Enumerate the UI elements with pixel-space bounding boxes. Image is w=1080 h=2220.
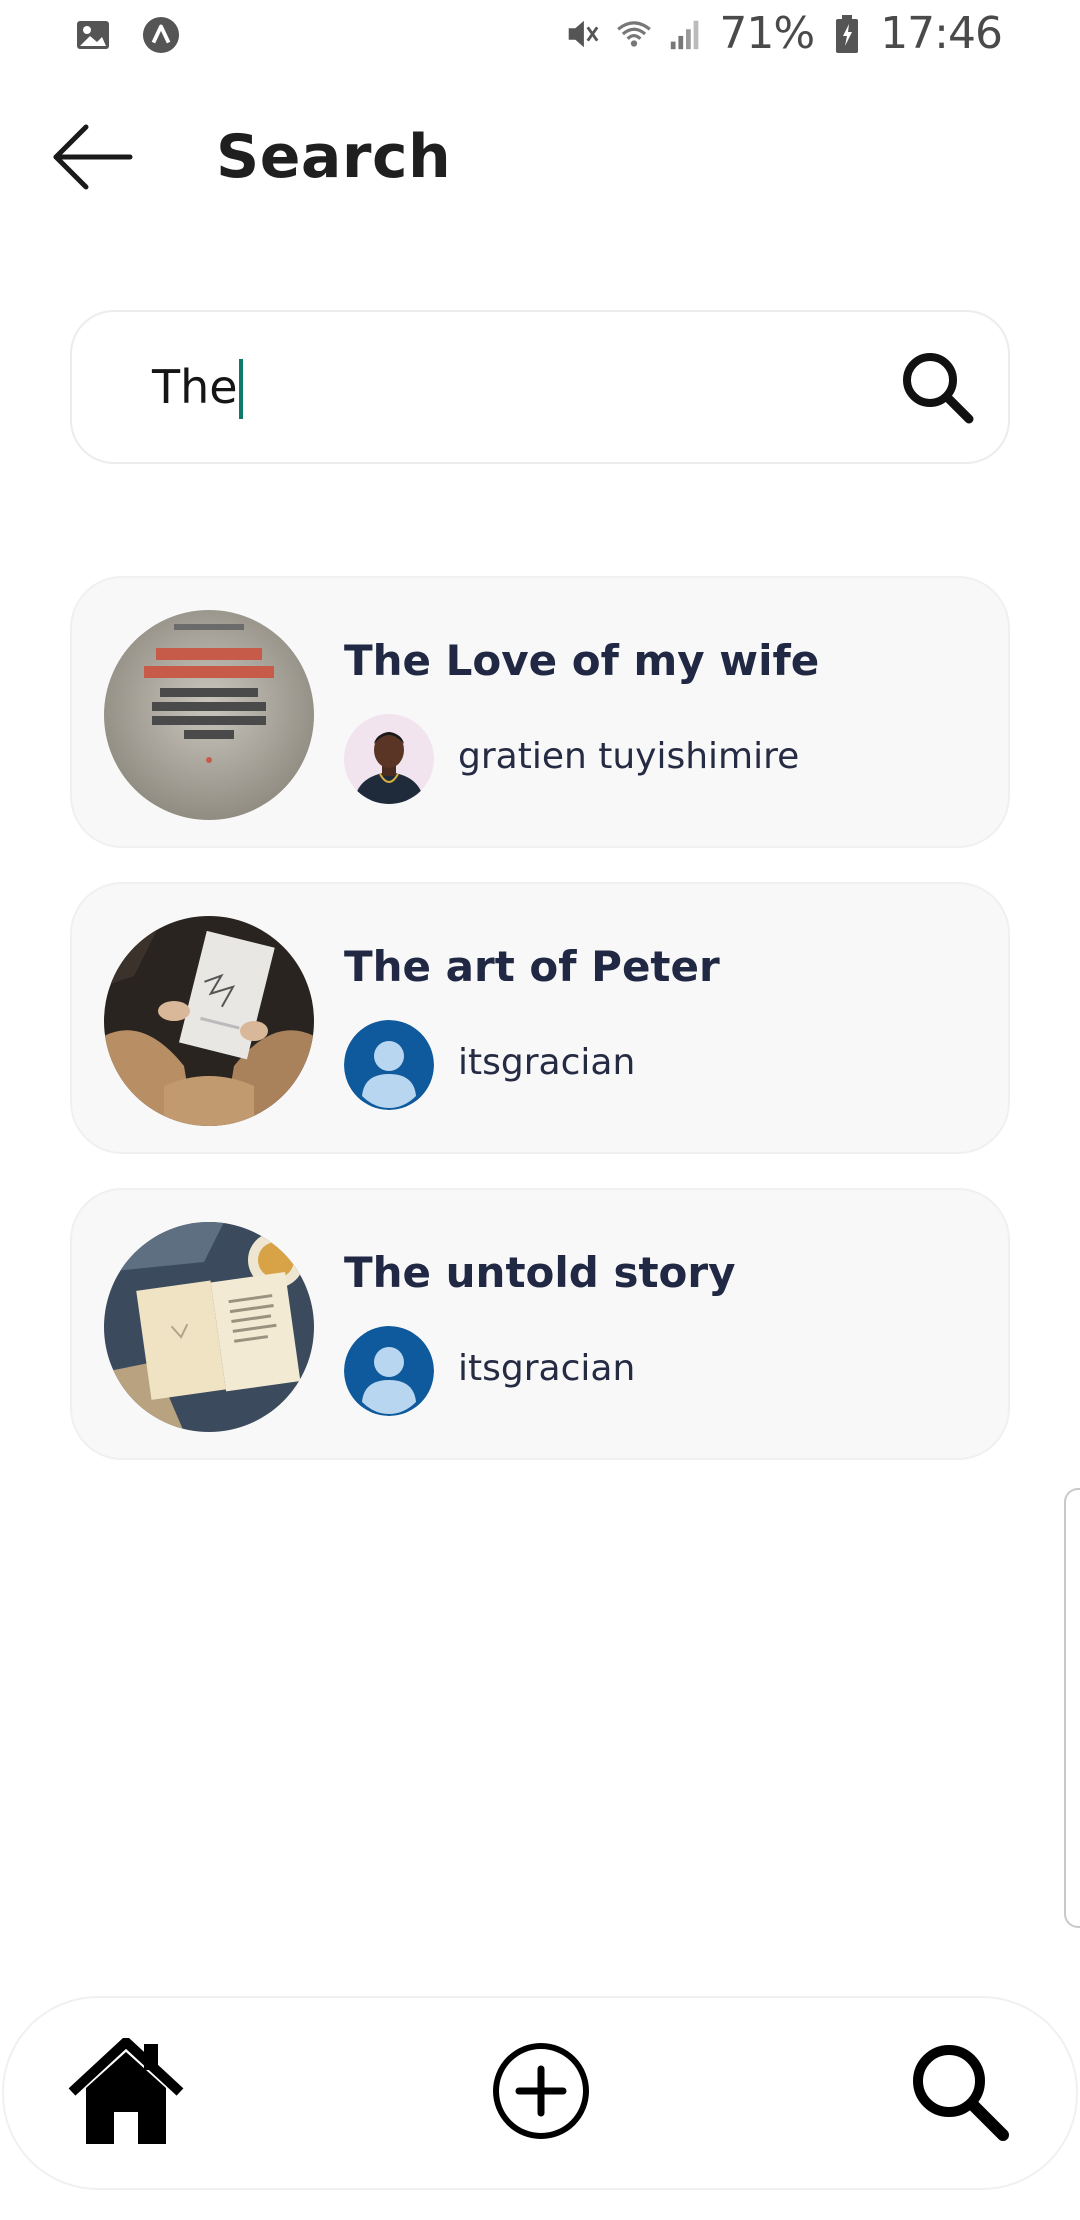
mute-icon <box>563 15 601 53</box>
author-name: gratien tuyishimire <box>458 736 800 777</box>
author-avatar <box>344 714 434 804</box>
scroll-handle[interactable] <box>1064 1488 1080 1928</box>
header: Search <box>0 100 1080 220</box>
page-title: Search <box>216 122 452 192</box>
result-card[interactable]: The art of Peter itsgracian <box>70 882 1010 1154</box>
book-cover <box>104 610 314 820</box>
book-cover <box>104 1222 314 1432</box>
search-box: The <box>70 310 1010 464</box>
back-button[interactable] <box>48 114 138 204</box>
wifi-icon <box>615 15 653 53</box>
author-name: itsgracian <box>458 1042 636 1083</box>
text-caret <box>238 358 243 419</box>
search-icon <box>907 2039 1011 2147</box>
nav-search-button[interactable] <box>904 2038 1014 2148</box>
search-icon <box>897 347 977 431</box>
battery-icon <box>828 14 866 53</box>
bottom-nav <box>2 1996 1078 2190</box>
result-card[interactable]: The Love of my wife gratien tuyishimire <box>70 576 1010 848</box>
arrow-left-icon <box>50 114 136 204</box>
results-list: The Love of my wife gratien tuyishimire <box>70 576 1010 1494</box>
app-notification-icon <box>142 16 180 54</box>
search-input[interactable]: The <box>152 358 243 421</box>
default-avatar-icon <box>344 1020 434 1110</box>
default-avatar-icon <box>344 1326 434 1416</box>
book-title: The Love of my wife <box>344 636 820 685</box>
status-left <box>74 16 180 54</box>
add-circle-icon <box>491 2041 591 2145</box>
book-title: The art of Peter <box>344 942 720 991</box>
battery-percent: 71% <box>719 8 815 59</box>
clock: 17:46 <box>880 8 1003 59</box>
home-icon <box>68 2035 184 2150</box>
nav-add-button[interactable] <box>490 2042 592 2144</box>
status-right: 71% 17:46 <box>563 8 1003 59</box>
book-cover <box>104 916 314 1126</box>
author-name: itsgracian <box>458 1348 636 1389</box>
book-title: The untold story <box>344 1248 736 1297</box>
search-input-value: The <box>152 360 238 414</box>
search-button[interactable] <box>894 346 980 432</box>
signal-icon <box>667 15 705 53</box>
search-screen: 71% 17:46 Search The The Love of my wife… <box>0 0 1080 2220</box>
result-card[interactable]: The untold story itsgracian <box>70 1188 1010 1460</box>
status-bar: 71% 17:46 <box>0 0 1080 74</box>
gallery-icon <box>74 16 112 54</box>
nav-home-button[interactable] <box>66 2035 186 2150</box>
